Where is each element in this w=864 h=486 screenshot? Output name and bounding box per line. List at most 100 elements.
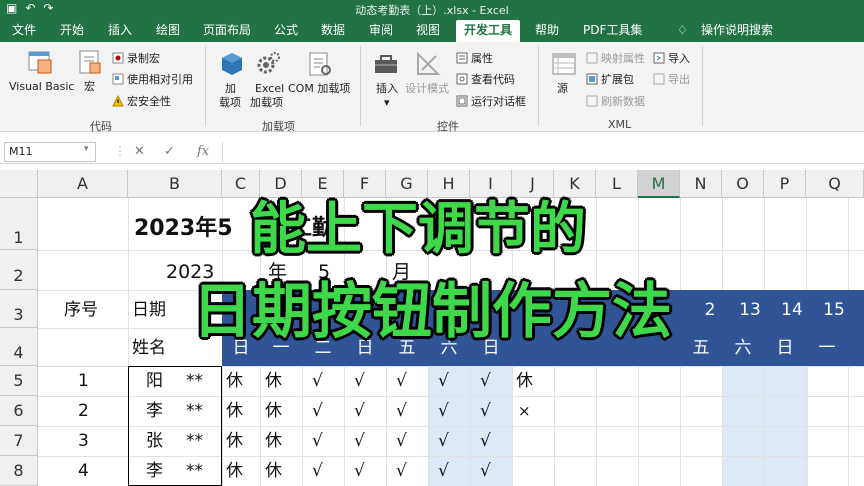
visual-basic-button[interactable]: Visual Basic <box>9 80 74 93</box>
attendance-mark[interactable]: √ <box>480 371 491 391</box>
fx-icon[interactable]: fx <box>197 144 209 159</box>
tab-help[interactable]: 帮助 <box>535 22 559 38</box>
attendance-mark[interactable]: √ <box>354 461 365 481</box>
attendance-mark[interactable]: 休 <box>265 401 282 421</box>
excel-addin-button-line1[interactable]: Excel <box>255 82 284 95</box>
name-box[interactable]: M11 <box>4 142 96 162</box>
attendance-mark[interactable]: √ <box>480 461 491 481</box>
column-header-k[interactable]: K <box>554 170 596 198</box>
column-header-c[interactable]: C <box>222 170 260 198</box>
com-addin-button[interactable]: COM 加载项 <box>288 82 350 95</box>
lightbulb-icon[interactable]: ♢ <box>677 22 688 38</box>
attendance-mark[interactable]: √ <box>480 401 491 421</box>
attendance-mark[interactable]: √ <box>396 401 407 421</box>
column-header-q[interactable]: Q <box>806 170 864 198</box>
staff-name[interactable]: 李 <box>146 461 163 481</box>
attendance-mark[interactable]: √ <box>438 401 449 421</box>
column-header-e[interactable]: E <box>302 170 344 198</box>
attendance-mark[interactable]: √ <box>354 371 365 391</box>
import-button[interactable]: 导入 <box>668 52 690 65</box>
view-code-button[interactable]: 查看代码 <box>471 73 515 86</box>
tab-pdf-tools[interactable]: PDF工具集 <box>583 22 642 38</box>
column-header-m[interactable]: M <box>638 170 680 198</box>
tab-formulas[interactable]: 公式 <box>274 22 298 38</box>
column-header-l[interactable]: L <box>596 170 638 198</box>
expansion-pack-button[interactable]: 扩展包 <box>601 73 634 86</box>
column-header-o[interactable]: O <box>722 170 764 198</box>
record-macro-button[interactable]: 录制宏 <box>127 52 160 65</box>
tab-review[interactable]: 审阅 <box>369 22 393 38</box>
attendance-mark[interactable]: × <box>518 401 531 421</box>
attendance-mark[interactable]: √ <box>438 431 449 451</box>
attendance-mark[interactable]: √ <box>354 401 365 421</box>
excel-addin-button-line2[interactable]: 加载项 <box>250 96 283 109</box>
attendance-mark[interactable]: √ <box>312 431 323 451</box>
attendance-mark[interactable]: √ <box>396 431 407 451</box>
seq-cell[interactable]: 4 <box>78 461 89 481</box>
tab-view[interactable]: 视图 <box>416 22 440 38</box>
column-header-n[interactable]: N <box>680 170 722 198</box>
refresh-data-button[interactable]: 刷新数据 <box>601 95 645 108</box>
attendance-mark[interactable]: √ <box>438 371 449 391</box>
xml-source-button[interactable]: 源 <box>557 82 568 95</box>
attendance-mark[interactable]: √ <box>438 461 449 481</box>
export-button[interactable]: 导出 <box>668 73 690 86</box>
row-header-5[interactable]: 5 <box>0 366 38 396</box>
column-header-j[interactable]: J <box>512 170 554 198</box>
design-mode-button[interactable]: 设计模式 <box>405 82 449 95</box>
attendance-mark[interactable]: 休 <box>265 431 282 451</box>
attendance-mark[interactable]: √ <box>354 431 365 451</box>
select-all-corner[interactable] <box>0 170 38 198</box>
tab-data[interactable]: 数据 <box>321 22 345 38</box>
name-header[interactable]: 姓名 <box>132 338 166 358</box>
chevron-down-icon[interactable]: ▾ <box>84 144 89 154</box>
map-properties-button[interactable]: 映射属性 <box>601 52 645 65</box>
properties-button[interactable]: 属性 <box>471 52 493 65</box>
column-header-b[interactable]: B <box>128 170 222 198</box>
tab-draw[interactable]: 绘图 <box>156 22 180 38</box>
column-header-f[interactable]: F <box>344 170 386 198</box>
attendance-mark[interactable]: 休 <box>516 371 533 391</box>
attendance-mark[interactable]: 休 <box>265 461 282 481</box>
formula-input[interactable] <box>222 142 862 162</box>
attendance-mark[interactable]: 休 <box>265 371 282 391</box>
column-header-g[interactable]: G <box>386 170 428 198</box>
relative-reference-button[interactable]: 使用相对引用 <box>127 73 193 86</box>
insert-control-button[interactable]: 插入 <box>376 82 398 95</box>
seq-header[interactable]: 序号 <box>64 300 98 320</box>
cancel-icon[interactable]: ✕ <box>134 144 145 159</box>
tab-insert[interactable]: 插入 <box>108 22 132 38</box>
macro-security-button[interactable]: 宏安全性 <box>127 95 171 108</box>
tell-me-search[interactable]: 操作说明搜索 <box>701 22 773 38</box>
attendance-mark[interactable]: 休 <box>226 461 243 481</box>
row-header-1[interactable]: 1 <box>0 198 38 250</box>
column-header-d[interactable]: D <box>260 170 302 198</box>
row-header-3[interactable]: 3 <box>0 290 38 328</box>
date-header[interactable]: 日期 <box>132 300 166 320</box>
column-header-i[interactable]: I <box>470 170 512 198</box>
attendance-mark[interactable]: 休 <box>226 401 243 421</box>
run-dialog-button[interactable]: 运行对话框 <box>471 95 526 108</box>
attendance-mark[interactable]: √ <box>312 371 323 391</box>
tab-home[interactable]: 开始 <box>60 22 84 38</box>
sheet-title[interactable]: 2023年5 <box>134 216 233 242</box>
row-header-2[interactable]: 2 <box>0 250 38 290</box>
macro-button[interactable]: 宏 <box>84 80 95 93</box>
attendance-mark[interactable]: 休 <box>226 371 243 391</box>
column-header-p[interactable]: P <box>764 170 806 198</box>
seq-cell[interactable]: 2 <box>78 401 89 421</box>
tab-page-layout[interactable]: 页面布局 <box>203 22 251 38</box>
staff-name[interactable]: 张 <box>146 431 163 451</box>
seq-cell[interactable]: 3 <box>78 431 89 451</box>
attendance-mark[interactable]: √ <box>480 431 491 451</box>
attendance-mark[interactable]: √ <box>396 461 407 481</box>
staff-name[interactable]: 阳 <box>146 371 163 391</box>
staff-name[interactable]: 李 <box>146 401 163 421</box>
row-header-8[interactable]: 8 <box>0 456 38 486</box>
tab-file[interactable]: 文件 <box>12 22 36 38</box>
column-header-h[interactable]: H <box>428 170 470 198</box>
row-header-6[interactable]: 6 <box>0 396 38 426</box>
tab-developer[interactable]: 开发工具 <box>456 20 521 42</box>
seq-cell[interactable]: 1 <box>78 371 89 391</box>
addin-button-line2[interactable]: 载项 <box>219 96 241 109</box>
